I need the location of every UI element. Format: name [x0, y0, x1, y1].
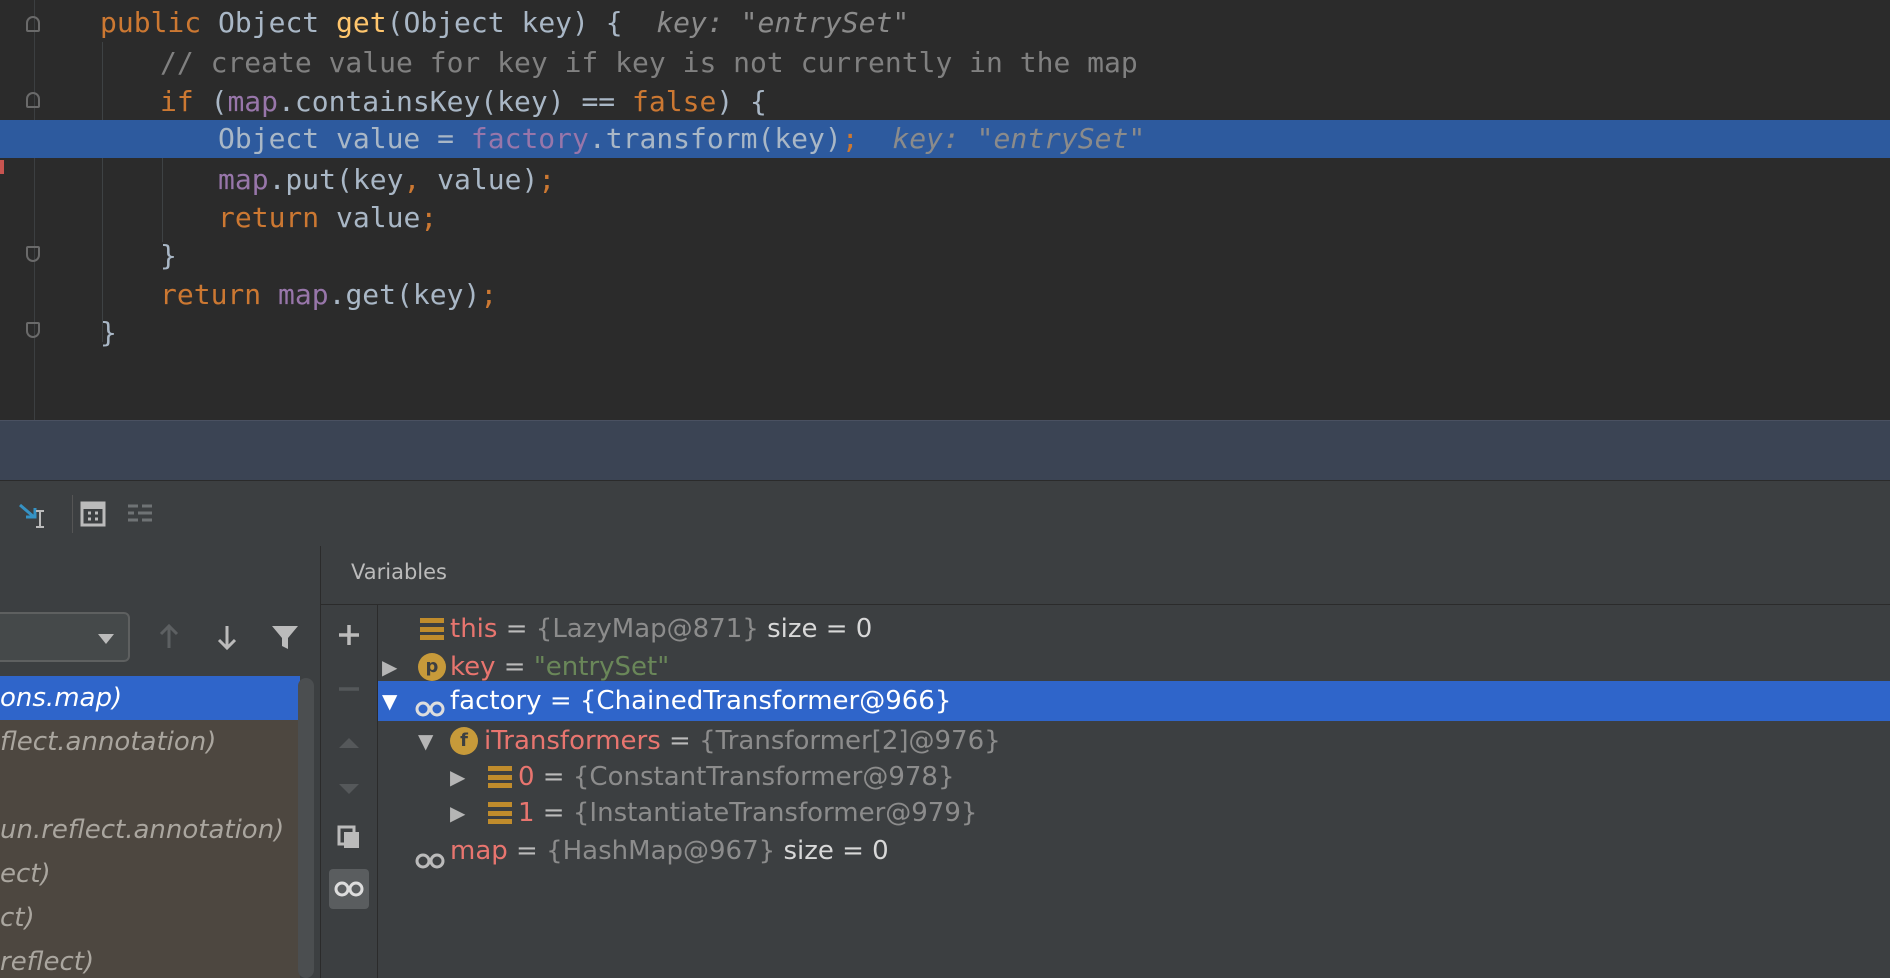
- code-token: value): [420, 163, 539, 196]
- thread-selector[interactable]: [0, 612, 130, 662]
- run-to-cursor-icon[interactable]: [16, 497, 52, 531]
- frames-panel: ons.map) flect.annotation) un.reflect.an…: [0, 546, 321, 978]
- variable-row[interactable]: map = {HashMap@967} size = 0: [378, 829, 1890, 873]
- debugger-toolbar: [0, 480, 1890, 548]
- frame-item[interactable]: reflect): [0, 940, 300, 978]
- variables-header: Variables: [321, 546, 1890, 605]
- frame-item[interactable]: [0, 764, 300, 808]
- code-token: (: [210, 85, 228, 118]
- fold-marker-icon[interactable]: [26, 16, 40, 32]
- toolbar-separator: [72, 495, 73, 533]
- code-editor[interactable]: public Object get(Object key) { key: "en…: [0, 0, 1890, 420]
- code-token: }: [160, 239, 177, 272]
- frames-scrollbar[interactable]: [298, 678, 314, 978]
- code-token: .containsKey(key) ==: [278, 85, 633, 118]
- filter-icon[interactable]: [268, 618, 302, 656]
- add-watch-icon[interactable]: [329, 615, 369, 655]
- frame-item[interactable]: ect): [0, 852, 300, 896]
- code-token: Object value =: [218, 122, 471, 155]
- field-list-icon: [486, 799, 514, 827]
- code-token: false: [632, 85, 717, 118]
- code-token: .put(key: [268, 163, 404, 196]
- code-token: ;: [420, 201, 438, 234]
- fold-marker-icon[interactable]: [26, 246, 40, 262]
- code-line[interactable]: }: [0, 310, 1890, 356]
- variables-sidebar: [321, 605, 378, 978]
- inline-debug-value: key: "entrySet": [892, 122, 1146, 155]
- code-token: map: [227, 85, 279, 118]
- code-token: }: [100, 316, 117, 349]
- frame-item[interactable]: flect.annotation): [0, 720, 300, 764]
- panel-divider[interactable]: [0, 420, 1890, 481]
- frame-item[interactable]: ct): [0, 896, 300, 940]
- trace-current-stream-icon[interactable]: [122, 497, 158, 531]
- fold-marker-icon[interactable]: [26, 322, 40, 338]
- move-down-icon[interactable]: [329, 769, 369, 809]
- code-token: value: [336, 201, 421, 234]
- variables-title: Variables: [351, 560, 447, 584]
- code-token: ;: [538, 163, 556, 196]
- code-token: factory: [470, 122, 589, 155]
- variables-tree[interactable]: this = {LazyMap@871} size = 0 ▶ p key = …: [378, 605, 1890, 978]
- field-icon: f: [450, 727, 478, 755]
- code-token: (Object key) {: [386, 6, 657, 39]
- field-list-icon: [486, 763, 514, 791]
- frames-list[interactable]: ons.map) flect.annotation) un.reflect.an…: [0, 676, 300, 978]
- arrow-up-icon[interactable]: [152, 618, 186, 656]
- variable-row[interactable]: ▼ factory = {ChainedTransformer@966}: [378, 681, 1890, 721]
- inline-debug-value: key: "entrySet": [656, 6, 910, 39]
- code-token: map: [218, 163, 269, 196]
- collapse-arrow-icon[interactable]: ▼: [382, 681, 397, 721]
- code-token: public: [100, 6, 219, 39]
- code-token: get: [336, 6, 387, 39]
- frame-item[interactable]: ons.map): [0, 676, 300, 720]
- code-token: map: [278, 278, 329, 311]
- frame-item[interactable]: un.reflect.annotation): [0, 808, 300, 852]
- code-token: // create value for key if key is not cu…: [160, 46, 1138, 79]
- chevron-down-icon: [98, 634, 114, 644]
- code-token: ,: [403, 163, 421, 196]
- code-token: ) {: [716, 85, 767, 118]
- code-token: .get(key): [328, 278, 481, 311]
- code-token: return: [218, 201, 337, 234]
- duplicate-watch-icon[interactable]: [329, 817, 369, 857]
- code-token: ;: [841, 122, 859, 155]
- arrow-down-icon[interactable]: [210, 618, 244, 656]
- code-token: .transform(key): [588, 122, 842, 155]
- code-token: ;: [480, 278, 498, 311]
- move-up-icon[interactable]: [329, 723, 369, 763]
- code-line[interactable]: if (map.containsKey(key) == false) {: [0, 79, 1890, 125]
- watch-icon: [414, 691, 445, 719]
- code-token: return: [160, 278, 279, 311]
- evaluate-expression-icon[interactable]: [76, 497, 112, 531]
- parameter-icon: p: [418, 653, 446, 681]
- watch-icon: [414, 841, 445, 869]
- fold-marker-icon[interactable]: [26, 92, 40, 108]
- code-token: if: [160, 85, 211, 118]
- show-watches-icon[interactable]: [329, 869, 369, 909]
- remove-watch-icon[interactable]: [329, 669, 369, 709]
- code-token: Object: [218, 6, 337, 39]
- variables-panel: Variables this = {LazyMap@871} size = 0: [321, 546, 1890, 978]
- current-execution-line[interactable]: Object value = factory.transform(key); k…: [0, 120, 1890, 158]
- field-list-icon: [418, 615, 446, 643]
